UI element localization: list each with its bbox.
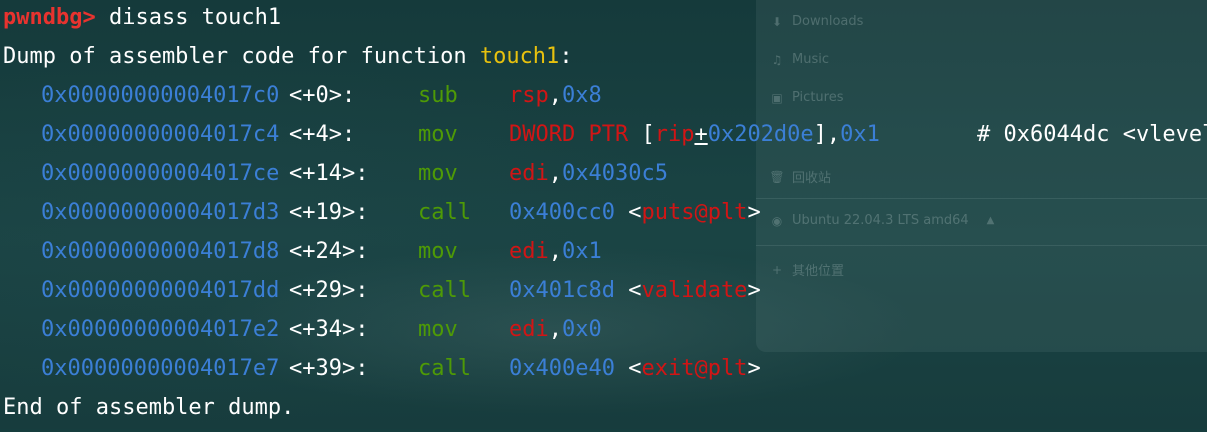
sidebar-item-ubuntu-volume[interactable]: ◉ Ubuntu 22.04.3 LTS amd64 ▲ [770, 213, 995, 228]
instruction-offset: <+14>: [289, 161, 369, 186]
sidebar-divider [756, 198, 1207, 199]
instruction-operands: 0x400e40 <exit@plt> [509, 354, 761, 384]
instruction-mnemonic: mov [418, 317, 458, 342]
operand-token: 0x202d0e [707, 122, 814, 147]
operand-token: rip [654, 122, 695, 147]
trash-icon: 🗑 [769, 169, 785, 184]
operand-token: < [614, 356, 642, 381]
operand-token: edi [509, 239, 549, 264]
operand-token: edi [509, 317, 549, 342]
instruction-mnemonic: mov [418, 122, 458, 147]
operand-token: DWORD PTR [509, 122, 642, 147]
operand-token: > [747, 200, 761, 225]
instruction-address: 0x00000000004017e7 [41, 356, 280, 381]
command-text: disass touch1 [95, 5, 282, 30]
instruction-operands: 0x401c8d <validate> [509, 276, 761, 306]
operand-token: < [614, 200, 642, 225]
disassembly-header: Dump of assembler code for function touc… [3, 42, 573, 81]
sidebar-item-label: 回收站 [792, 171, 832, 186]
instruction-operands: edi,0x4030c5 [509, 159, 668, 189]
header-suffix: : [559, 44, 573, 69]
instruction-comment: # 0x6044dc <vlevel [977, 122, 1207, 147]
operand-token: 0x400cc0 [509, 200, 615, 225]
operand-token: validate [641, 278, 748, 303]
pictures-icon: ▣ [771, 90, 783, 105]
sidebar-item-label: Music [792, 52, 829, 67]
download-icon: ⬇ [771, 14, 783, 29]
instruction-offset: <+29>: [289, 278, 369, 303]
disassembly-footer: End of assembler dump. [3, 395, 295, 420]
operand-token: 0x1 [840, 122, 880, 147]
sidebar-item-other-locations[interactable]: + 其他位置 [770, 260, 845, 280]
operand-token: 0x8 [562, 83, 602, 108]
instruction-mnemonic: mov [418, 239, 458, 264]
operand-token: 0x401c8d [509, 278, 615, 303]
command-line: pwndbg> disass touch1 [3, 3, 281, 42]
instruction-offset: <+24>: [289, 239, 369, 264]
operand-token: [ [641, 122, 655, 147]
operand-token: rsp [509, 83, 549, 108]
instruction-offset: <+0>: [289, 83, 356, 108]
sidebar-item-label: 其他位置 [792, 264, 845, 279]
instruction-address: 0x00000000004017d8 [41, 239, 280, 264]
instruction-operands: edi,0x1 [509, 237, 602, 267]
operand-token: 0x4030c5 [562, 161, 668, 186]
prompt: pwndbg> [3, 5, 96, 30]
instruction-offset: <+39>: [289, 356, 369, 381]
sidebar-item-label: Ubuntu 22.04.3 LTS amd64 [792, 213, 969, 228]
operand-token: 0x1 [562, 239, 602, 264]
instruction-operands: 0x400cc0 <puts@plt> [509, 198, 761, 228]
sidebar-item-label: Pictures [792, 90, 844, 105]
instruction-offset: <+19>: [289, 200, 369, 225]
instruction-operands: rsp,0x8 [509, 81, 602, 111]
sidebar-item-pictures[interactable]: ▣ Pictures [770, 90, 843, 105]
header-prefix: Dump of assembler code for function [3, 44, 480, 69]
operand-token: 0x0 [562, 317, 602, 342]
instruction-address: 0x00000000004017c0 [41, 83, 280, 108]
operand-token: , [548, 161, 562, 186]
operand-token: , [548, 317, 562, 342]
instruction-operands: DWORD PTR [rip+0x202d0e],0x1 [509, 120, 880, 150]
instruction-mnemonic: call [418, 356, 471, 381]
sidebar-item-label: Downloads [792, 14, 864, 29]
music-icon: ♫ [771, 52, 783, 67]
sidebar-item-downloads[interactable]: ⬇ Downloads [770, 14, 863, 29]
operand-token: , [548, 83, 562, 108]
operand-token: puts@plt [641, 200, 748, 225]
instruction-address: 0x00000000004017ce [41, 161, 280, 186]
sidebar-item-music[interactable]: ♫ Music [770, 52, 829, 67]
instruction-address: 0x00000000004017d3 [41, 200, 280, 225]
instruction-offset: <+34>: [289, 317, 369, 342]
function-name: touch1 [479, 44, 560, 69]
instruction-mnemonic: sub [418, 83, 458, 108]
operand-token: < [614, 278, 642, 303]
sidebar-divider [756, 245, 1207, 246]
instruction-operands: edi,0x0 [509, 315, 602, 345]
operand-token: exit@plt [641, 356, 748, 381]
operand-token: edi [509, 161, 549, 186]
disk-icon: ◉ [771, 213, 783, 228]
operand-token: > [747, 278, 761, 303]
sidebar-item-trash[interactable]: 🗑 回收站 [769, 167, 832, 187]
instruction-offset: <+4>: [289, 122, 356, 147]
instruction-address: 0x00000000004017e2 [41, 317, 280, 342]
instruction-mnemonic: call [418, 278, 471, 303]
eject-icon[interactable]: ▲ [987, 215, 995, 226]
instruction-address: 0x00000000004017dd [41, 278, 280, 303]
operand-token: + [694, 122, 708, 147]
instruction-mnemonic: mov [418, 161, 458, 186]
operand-token: 0x400e40 [509, 356, 615, 381]
file-manager-sidebar: ⬇ Downloads ♫ Music ▣ Pictures 🗑 回收站 ◉ U… [756, 0, 1207, 352]
operand-token: , [548, 239, 562, 264]
plus-icon: + [771, 262, 783, 277]
instruction-address: 0x00000000004017c4 [41, 122, 280, 147]
operand-token: > [747, 356, 761, 381]
operand-token: ], [813, 122, 841, 147]
instruction-mnemonic: call [418, 200, 471, 225]
